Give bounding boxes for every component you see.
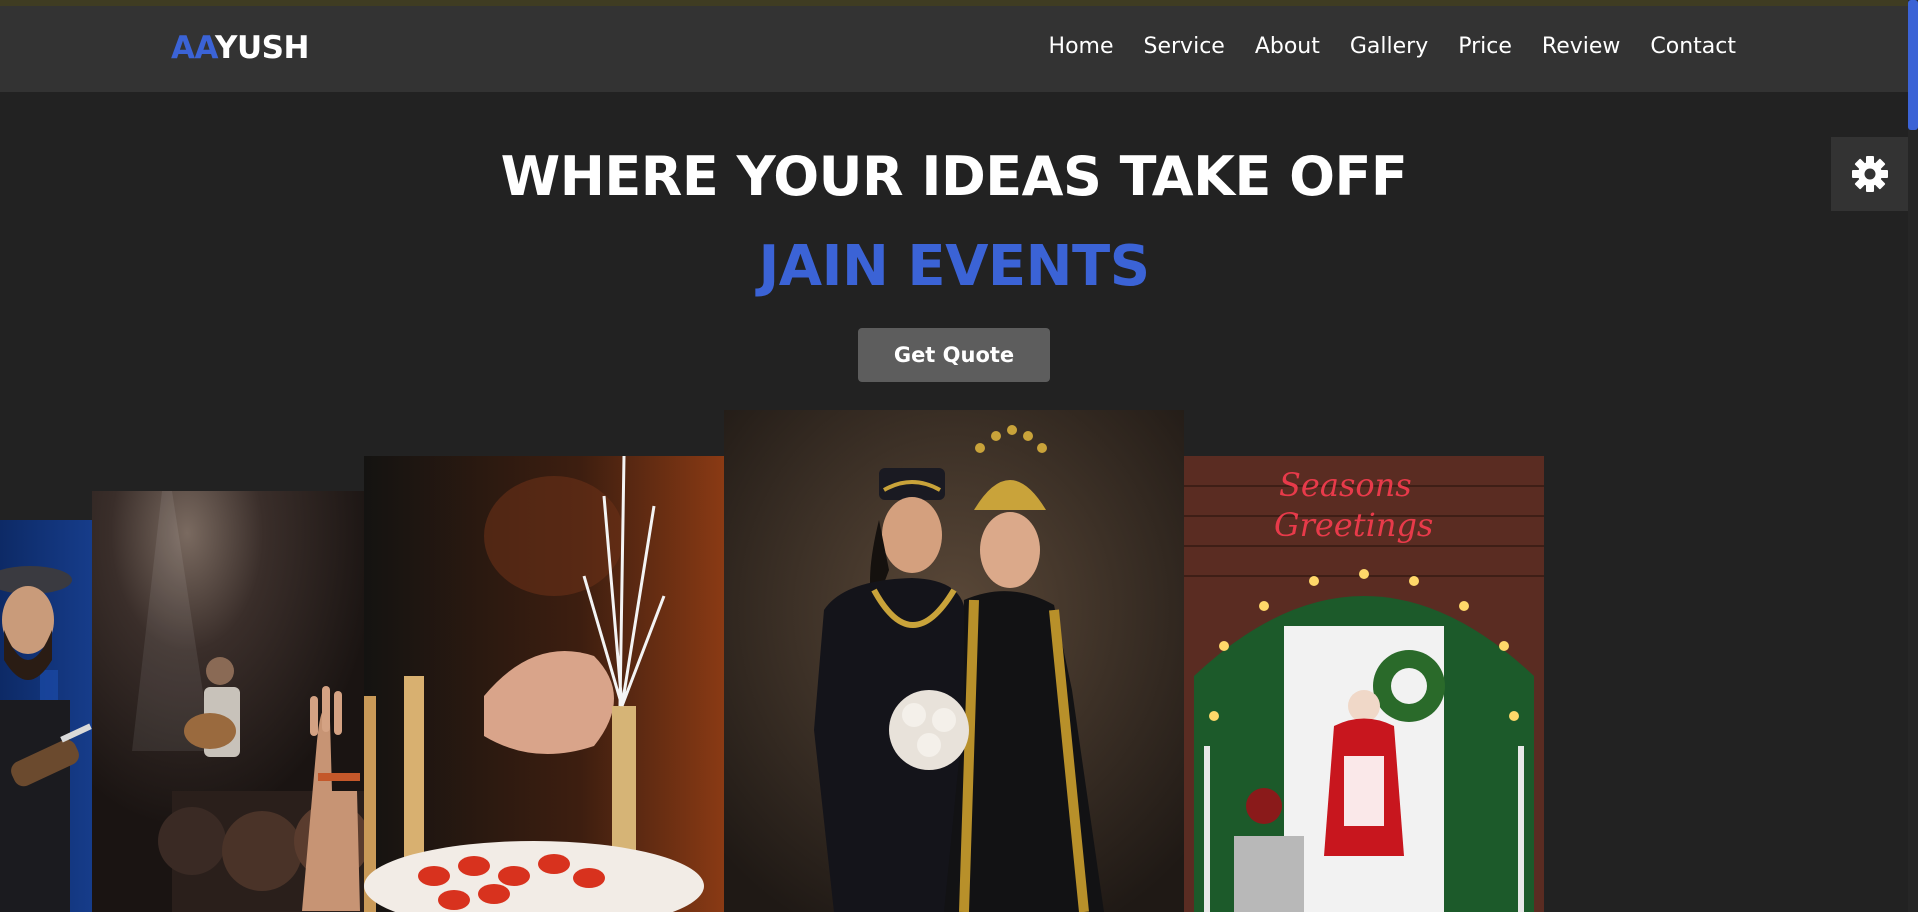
gallery-photo-wedding-couple[interactable]: [724, 410, 1184, 912]
nav-gallery[interactable]: Gallery: [1350, 34, 1428, 59]
get-quote-button[interactable]: Get Quote: [858, 328, 1050, 382]
main-nav: Home Service About Gallery Price Review …: [1049, 34, 1736, 59]
scrollbar-thumb[interactable]: [1908, 0, 1918, 130]
svg-text:Greetings: Greetings: [1274, 506, 1433, 544]
navbar: AAYUSH Home Service About Gallery Price …: [0, 6, 1908, 92]
seasons-greetings-sign: Seasons: [1279, 466, 1412, 504]
gallery-photo-cake-sparkler[interactable]: [364, 456, 724, 912]
nav-contact[interactable]: Contact: [1650, 34, 1736, 59]
scrollbar-track[interactable]: [1908, 0, 1918, 912]
nav-price[interactable]: Price: [1458, 34, 1512, 59]
hero-subheadline: JAIN EVENTS: [758, 234, 1150, 299]
gallery-photo-christmas-door[interactable]: Seasons Greetings: [1184, 456, 1544, 912]
logo[interactable]: AAYUSH: [171, 30, 309, 66]
nav-service[interactable]: Service: [1144, 34, 1225, 59]
nav-about[interactable]: About: [1255, 34, 1320, 59]
logo-rest: YUSH: [215, 30, 309, 66]
nav-home[interactable]: Home: [1049, 34, 1114, 59]
gallery-photo-concert[interactable]: [92, 491, 364, 912]
nav-review[interactable]: Review: [1542, 34, 1621, 59]
gallery-photo-singer[interactable]: [0, 520, 92, 912]
logo-accent: AA: [171, 30, 216, 66]
hero-headline: WHERE YOUR IDEAS TAKE OFF: [500, 145, 1408, 208]
